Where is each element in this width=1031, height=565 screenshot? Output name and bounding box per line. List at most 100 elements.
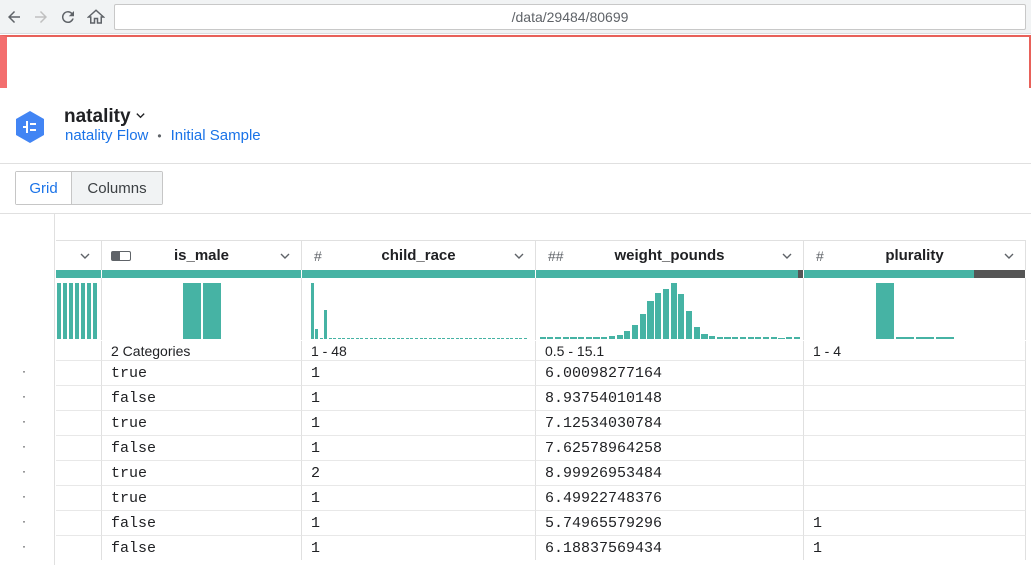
histogram-bar[interactable] [701, 334, 708, 339]
histogram-bar[interactable] [492, 338, 496, 339]
forward-icon[interactable] [30, 6, 52, 28]
column-header-index[interactable] [56, 240, 102, 270]
table-cell[interactable]: 1 [302, 435, 536, 460]
home-icon[interactable] [85, 6, 107, 28]
histogram-bar[interactable] [478, 338, 482, 339]
histogram-bar[interactable] [505, 338, 509, 339]
histogram-bar[interactable] [624, 331, 631, 339]
histogram-bar[interactable] [455, 338, 459, 339]
tab-grid[interactable]: Grid [16, 172, 72, 204]
histogram-bar[interactable] [342, 338, 346, 339]
table-cell[interactable]: false [102, 535, 302, 560]
table-cell[interactable] [804, 385, 1026, 410]
chevron-down-icon[interactable] [1003, 249, 1015, 261]
table-cell[interactable] [804, 360, 1026, 385]
page-title[interactable]: natality [64, 106, 146, 128]
histogram-bar[interactable] [351, 338, 355, 339]
histogram-bar[interactable] [433, 338, 437, 339]
table-cell[interactable]: 1 [302, 385, 536, 410]
table-cell[interactable] [804, 460, 1026, 485]
histogram-bar[interactable] [678, 294, 685, 339]
table-cell[interactable]: 5.74965579296 [536, 510, 804, 535]
histogram-bar[interactable] [724, 337, 731, 339]
histogram-bar[interactable] [895, 337, 914, 339]
histogram-bar[interactable] [739, 337, 747, 339]
histogram-bar[interactable] [428, 338, 432, 339]
histogram-bar[interactable] [631, 325, 639, 339]
histogram-bar[interactable] [437, 338, 441, 339]
chevron-down-icon[interactable] [279, 249, 291, 261]
histogram-bar[interactable] [732, 337, 739, 339]
table-cell[interactable]: true [102, 460, 302, 485]
histogram-bar[interactable] [762, 337, 770, 339]
chevron-down-icon[interactable] [79, 249, 91, 261]
table-cell[interactable] [56, 460, 102, 485]
histogram-bar[interactable] [778, 338, 785, 339]
chevron-down-icon[interactable] [513, 249, 525, 261]
histogram-bar[interactable] [570, 337, 577, 339]
histogram-bar[interactable] [608, 336, 616, 339]
histogram-bar[interactable] [547, 337, 554, 339]
chevron-down-icon[interactable] [781, 249, 793, 261]
histogram-bar[interactable] [770, 337, 777, 339]
histogram-bar[interactable] [755, 337, 762, 339]
histogram-bar[interactable] [487, 338, 491, 339]
histogram-bar[interactable] [716, 337, 723, 339]
table-cell[interactable]: 7.62578964258 [536, 435, 804, 460]
address-bar[interactable]: /data/29484/80699 [114, 4, 1026, 30]
histogram-bar[interactable] [639, 314, 646, 339]
column-header-child_race[interactable]: # child_race [302, 240, 536, 270]
histogram-bar[interactable] [460, 338, 464, 339]
table-cell[interactable]: true [102, 360, 302, 385]
histogram-bar[interactable] [328, 338, 332, 339]
histogram-bar[interactable] [451, 338, 455, 339]
table-cell[interactable] [56, 535, 102, 560]
breadcrumb-flow-link[interactable]: natality Flow [65, 127, 148, 144]
histogram-bar[interactable] [446, 338, 450, 339]
histogram-bar[interactable] [80, 283, 85, 339]
table-cell[interactable]: 1 [302, 535, 536, 560]
histogram-bar[interactable] [793, 337, 800, 339]
histogram-bar[interactable] [519, 338, 523, 339]
column-header-is_male[interactable]: is_male [102, 240, 302, 270]
histogram-bar[interactable] [392, 338, 396, 339]
histogram-bar[interactable] [747, 337, 754, 339]
histogram-bar[interactable] [401, 338, 405, 339]
table-cell[interactable] [56, 510, 102, 535]
table-cell[interactable] [56, 410, 102, 435]
histogram-bar[interactable] [92, 283, 97, 339]
histogram-bar[interactable] [315, 329, 319, 339]
table-cell[interactable]: true [102, 410, 302, 435]
histogram-bar[interactable] [593, 337, 600, 339]
histogram-bar[interactable] [346, 338, 350, 339]
column-header-plurality[interactable]: # plurality [804, 240, 1026, 270]
table-cell[interactable]: 6.49922748376 [536, 485, 804, 510]
table-cell[interactable] [804, 485, 1026, 510]
histogram-bar[interactable] [182, 283, 201, 339]
histogram-bar[interactable] [202, 283, 221, 339]
histogram-bar[interactable] [510, 338, 514, 339]
table-cell[interactable]: 2 [302, 460, 536, 485]
histogram-bar[interactable] [464, 338, 468, 339]
histogram-bar[interactable] [333, 338, 337, 339]
table-cell[interactable]: 1 [804, 510, 1026, 535]
reload-icon[interactable] [57, 6, 79, 28]
table-cell[interactable] [56, 385, 102, 410]
table-cell[interactable]: 8.93754010148 [536, 385, 804, 410]
histogram-bar[interactable] [410, 338, 414, 339]
histogram-bar[interactable] [601, 337, 608, 339]
histogram-bar[interactable] [414, 338, 418, 339]
histogram-bar[interactable] [875, 283, 894, 339]
histogram-bar[interactable] [337, 338, 341, 339]
histogram-bar[interactable] [514, 338, 518, 339]
table-cell[interactable]: 1 [302, 410, 536, 435]
histogram-bar[interactable] [86, 283, 91, 339]
histogram-bar[interactable] [670, 283, 677, 339]
histogram-bar[interactable] [523, 338, 527, 339]
histogram-bar[interactable] [319, 338, 323, 339]
table-cell[interactable]: 1 [302, 485, 536, 510]
table-cell[interactable]: false [102, 385, 302, 410]
table-cell[interactable] [56, 485, 102, 510]
table-cell[interactable] [56, 435, 102, 460]
table-cell[interactable]: 8.99926953484 [536, 460, 804, 485]
